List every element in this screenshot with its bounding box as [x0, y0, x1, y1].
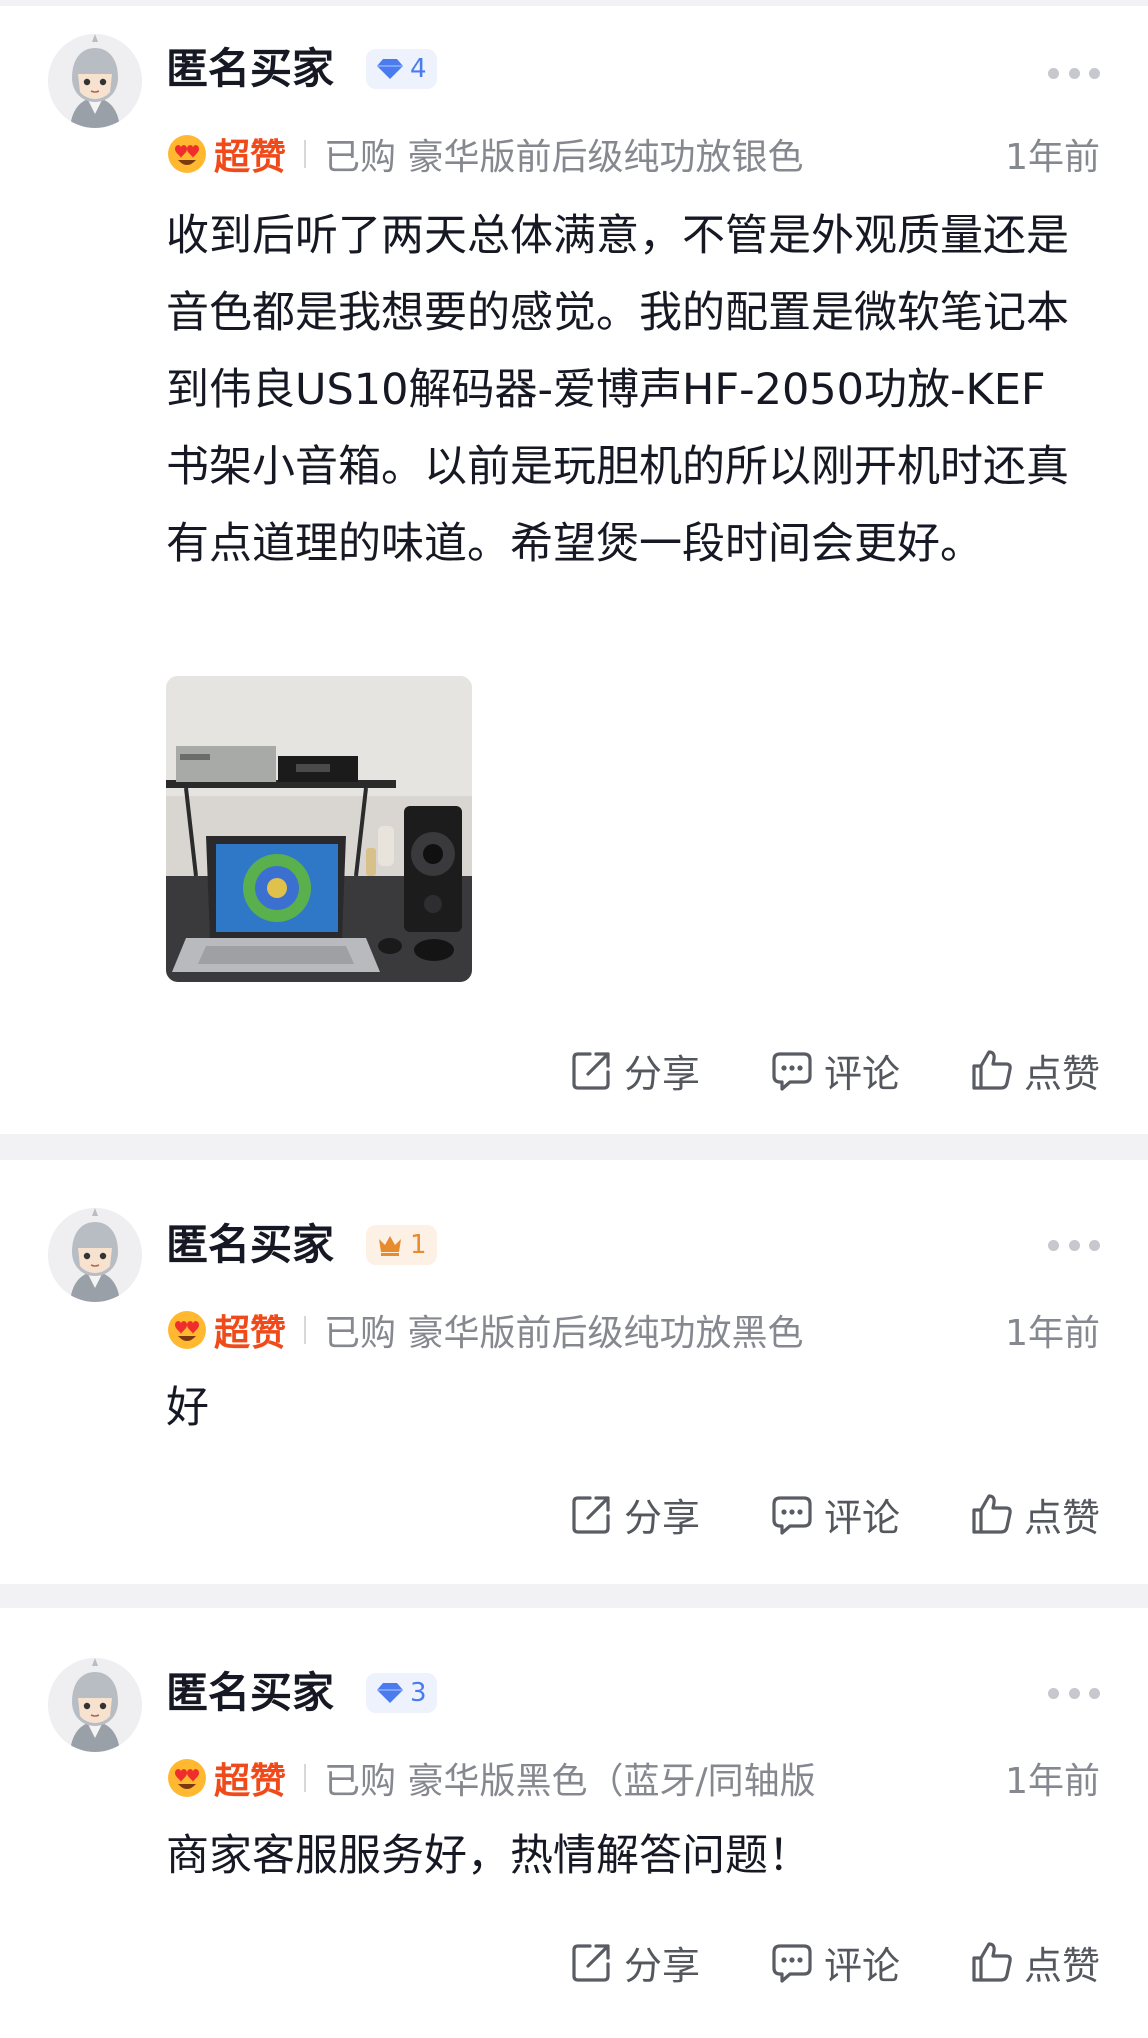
crown-icon [376, 1233, 404, 1257]
rating-label: 超赞 [214, 1313, 287, 1354]
share-label: 分享 [623, 1051, 700, 1096]
review-meta: 超赞 已购 豪华版前后级纯功放黑色 1年前 [166, 1306, 1100, 1354]
review-time: 1年前 [1005, 1313, 1100, 1354]
level-value: 3 [410, 1678, 427, 1708]
comment-label: 评论 [823, 1495, 900, 1540]
comment-label: 评论 [823, 1051, 900, 1096]
user-avatar-image [48, 1658, 142, 1752]
diamond-icon [376, 1681, 404, 1705]
share-label: 分享 [623, 1943, 700, 1988]
like-button[interactable]: 点赞 [970, 1487, 1100, 1542]
review-actions: 分享 评论 点赞 [570, 1042, 1100, 1098]
more-options-button[interactable] [1048, 1681, 1100, 1705]
review-text: 商家客服服务好，热情解答问题！ [166, 1831, 811, 1881]
heart-eyes-icon [166, 1309, 208, 1351]
review-time: 1年前 [1005, 1761, 1100, 1802]
review-meta: 超赞 已购 豪华版前后级纯功放银色 1年前 [166, 130, 1100, 178]
comment-icon [770, 1048, 814, 1092]
comment-button[interactable]: 评论 [770, 1487, 900, 1542]
review-meta: 超赞 已购 豪华版黑色（蓝牙/同轴版 1年前 [166, 1754, 1100, 1802]
purchase-info: 已购 豪华版黑色（蓝牙/同轴版 [324, 1761, 816, 1802]
more-dot [1048, 1239, 1059, 1251]
review-card: 匿名买家 3 超赞 已购 豪华版黑色（蓝牙/同轴版 1年前 商家客服服务好，热情… [0, 1608, 1148, 2038]
review-time: 1年前 [1005, 137, 1100, 178]
comment-icon [770, 1492, 814, 1536]
user-avatar-image [48, 34, 142, 128]
more-dot [1048, 67, 1059, 79]
heart-eyes-icon [166, 133, 208, 175]
avatar[interactable] [48, 1208, 142, 1302]
audio-setup-photo [166, 676, 472, 982]
comment-label: 评论 [823, 1943, 900, 1988]
more-dot [1089, 1687, 1100, 1699]
username: 匿名买家 [166, 44, 335, 93]
review-text: 收到后听了两天总体满意，不管是外观质量还是音色都是我想要的感觉。我的配置是微软笔… [166, 211, 1069, 569]
review-photo[interactable] [166, 676, 472, 982]
user-avatar-image [48, 1208, 142, 1302]
purchase-info: 已购 豪华版前后级纯功放黑色 [324, 1313, 804, 1354]
heart-eyes-icon [166, 1757, 208, 1799]
review-card: 匿名买家 1 超赞 已购 豪华版前后级纯功放黑色 1年前 好 分享 评论 点赞 [0, 1160, 1148, 1584]
comment-icon [770, 1940, 814, 1984]
thumbs-up-icon [970, 1492, 1014, 1536]
more-dot [1068, 1239, 1080, 1251]
share-icon [570, 1940, 614, 1984]
more-dot [1089, 67, 1100, 79]
like-label: 点赞 [1023, 1943, 1100, 1988]
comment-button[interactable]: 评论 [770, 1935, 900, 1990]
rating-label: 超赞 [214, 137, 287, 178]
meta-divider [304, 140, 307, 168]
rating-label: 超赞 [214, 1761, 287, 1802]
like-label: 点赞 [1023, 1051, 1100, 1096]
level-badge: 3 [366, 1673, 437, 1713]
level-value: 4 [410, 54, 427, 84]
diamond-icon [376, 57, 404, 81]
share-button[interactable]: 分享 [570, 1043, 700, 1098]
like-label: 点赞 [1023, 1495, 1100, 1540]
level-badge: 4 [366, 49, 437, 89]
purchase-info: 已购 豪华版前后级纯功放银色 [324, 137, 804, 178]
level-value: 1 [410, 1230, 427, 1260]
more-options-button[interactable] [1048, 1233, 1100, 1257]
avatar[interactable] [48, 34, 142, 128]
comment-button[interactable]: 评论 [770, 1043, 900, 1098]
share-label: 分享 [623, 1495, 700, 1540]
more-dot [1068, 67, 1080, 79]
share-icon [570, 1492, 614, 1536]
meta-divider [304, 1764, 307, 1792]
like-button[interactable]: 点赞 [970, 1935, 1100, 1990]
review-actions: 分享 评论 点赞 [570, 1934, 1100, 1990]
level-badge: 1 [366, 1225, 437, 1265]
review-card: 匿名买家 4 超赞 已购 豪华版前后级纯功放银色 1年前 收到后听了两天总体满意… [0, 6, 1148, 1134]
meta-divider [304, 1316, 307, 1344]
more-dot [1089, 1239, 1100, 1251]
more-options-button[interactable] [1048, 61, 1100, 85]
share-button[interactable]: 分享 [570, 1487, 700, 1542]
share-icon [570, 1048, 614, 1092]
username: 匿名买家 [166, 1220, 335, 1269]
review-text: 好 [166, 1383, 209, 1433]
username: 匿名买家 [166, 1668, 335, 1717]
thumbs-up-icon [970, 1048, 1014, 1092]
avatar[interactable] [48, 1658, 142, 1752]
more-dot [1048, 1687, 1059, 1699]
thumbs-up-icon [970, 1940, 1014, 1984]
review-actions: 分享 评论 点赞 [570, 1486, 1100, 1542]
more-dot [1068, 1687, 1080, 1699]
share-button[interactable]: 分享 [570, 1935, 700, 1990]
like-button[interactable]: 点赞 [970, 1043, 1100, 1098]
